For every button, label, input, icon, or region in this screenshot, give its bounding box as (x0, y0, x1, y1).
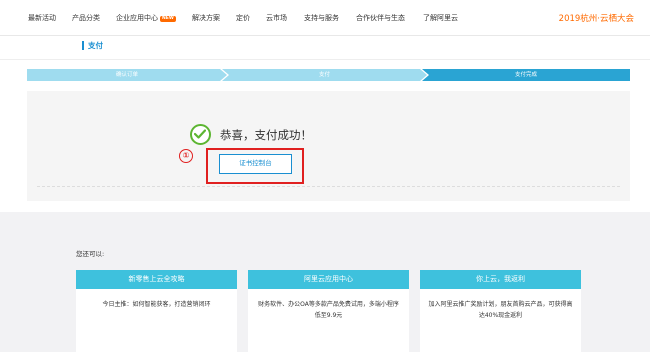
card-title: 阿里云应用中心 (248, 270, 409, 289)
nav-item-marketplace[interactable]: 云市场 (266, 13, 287, 23)
page-header: 支付 (0, 36, 650, 60)
success-panel: 恭喜，支付成功！ ① 证书控制台 (27, 91, 630, 201)
nav-item-products[interactable]: 产品分类 (72, 13, 100, 23)
new-badge: NEW (160, 16, 176, 22)
nav-item-enterprise-apps-label: 企业应用中心 (116, 14, 158, 22)
step-pay-complete: 支付完成 (422, 69, 630, 81)
card-body: 财务软件、办公OA等多款产品免费试用，多端小程序低至9.9元 (258, 301, 399, 319)
more-options-section: 您还可以: 新零售上云全攻略 今日主推：如何智能获客，打造营销闭环 阿里云应用中… (0, 212, 650, 352)
divider (37, 186, 620, 187)
promo-card-rebate[interactable]: 你上云，我返利 加入阿里云推广奖励计划，朋友首购云产品，可获得高达40%现金返利 (420, 270, 581, 352)
top-nav: 最新活动 产品分类 企业应用中心 NEW 解决方案 定价 云市场 支持与服务 合作… (0, 0, 650, 36)
step-confirm-order: 确认订单 (27, 69, 227, 81)
nav-item-support[interactable]: 支持与服务 (304, 13, 339, 23)
nav-item-pricing[interactable]: 定价 (236, 13, 250, 23)
page-title: 支付 (82, 41, 103, 50)
card-body: 加入阿里云推广奖励计划，朋友首购云产品，可获得高达40%现金返利 (428, 301, 573, 319)
check-mark-icon (194, 129, 206, 139)
promo-card-app-center[interactable]: 阿里云应用中心 财务软件、办公OA等多款产品免费试用，多端小程序低至9.9元 (248, 270, 409, 352)
nav-item-enterprise-apps[interactable]: 企业应用中心 NEW (116, 13, 176, 23)
card-title: 新零售上云全攻略 (76, 270, 237, 289)
brand-event-link[interactable]: 2019杭州·云栖大会 (559, 12, 634, 24)
check-circle-icon (190, 124, 211, 145)
also-label: 您还可以: (76, 250, 105, 258)
nav-item-solutions[interactable]: 解决方案 (192, 13, 220, 23)
card-body: 今日主推：如何智能获客，打造营销闭环 (102, 301, 211, 308)
step-pay: 支付 (222, 69, 427, 81)
annotation-number: ① (179, 149, 193, 163)
promo-card-new-retail[interactable]: 新零售上云全攻略 今日主推：如何智能获客，打造营销闭环 (76, 270, 237, 352)
nav-item-latest-events[interactable]: 最新活动 (28, 13, 56, 23)
card-title: 你上云，我返利 (420, 270, 581, 289)
nav-item-about[interactable]: 了解阿里云 (423, 13, 458, 23)
success-message: 恭喜，支付成功！ (220, 128, 312, 142)
certificate-console-button[interactable]: 证书控制台 (219, 154, 292, 174)
progress-steps: 确认订单 支付 支付完成 (27, 69, 630, 81)
nav-item-partners[interactable]: 合作伙伴与生态 (356, 13, 405, 23)
